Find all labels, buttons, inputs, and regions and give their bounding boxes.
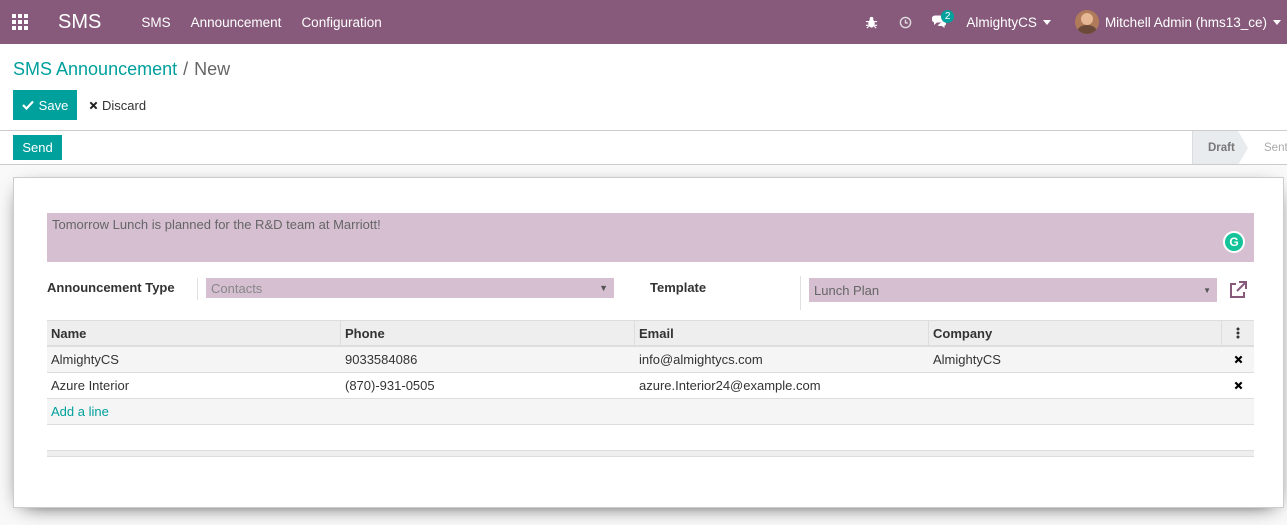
stage-arrow (1238, 131, 1248, 165)
check-icon (21, 100, 34, 110)
table-header-row: Name Phone Email Company (47, 320, 1254, 347)
menu-announcement[interactable]: Announcement (191, 15, 282, 30)
external-link-icon[interactable] (1228, 280, 1248, 300)
save-button[interactable]: Save (13, 90, 77, 120)
table-row[interactable]: AlmightyCS 9033584086 info@almightycs.co… (47, 347, 1254, 373)
breadcrumb-parent-link[interactable]: SMS Announcement (13, 59, 177, 79)
activity-clock-icon[interactable] (888, 0, 922, 44)
field-divider (197, 278, 198, 300)
cell-name: Azure Interior (51, 378, 130, 393)
discard-label: Discard (102, 97, 147, 113)
cell-phone: (870)-931-0505 (345, 378, 435, 393)
caret-down-icon (1273, 19, 1281, 25)
delete-row-icon[interactable] (1222, 355, 1254, 364)
save-label: Save (38, 97, 69, 113)
send-button[interactable]: Send (13, 135, 62, 160)
add-line-row: Add a line (47, 399, 1254, 425)
col-header-name[interactable]: Name (47, 321, 341, 345)
message-text: Tomorrow Lunch is planned for the R&D te… (52, 217, 381, 232)
apps-menu-icon[interactable] (0, 0, 40, 44)
form-sheet: Tomorrow Lunch is planned for the R&D te… (13, 177, 1284, 508)
company-switcher[interactable]: AlmightyCS (966, 15, 1051, 30)
messages-chat-icon[interactable]: 2 (922, 0, 956, 44)
table-footer (47, 451, 1254, 457)
avatar (1074, 10, 1099, 34)
breadcrumb-current: New (194, 59, 231, 79)
table-row[interactable]: Azure Interior (870)-931-0505 azure.Inte… (47, 373, 1254, 399)
dropdown-caret-icon: ▼ (1203, 285, 1211, 295)
template-value: Lunch Plan (814, 282, 880, 298)
field-divider (800, 276, 801, 310)
close-icon (89, 101, 98, 109)
col-header-company[interactable]: Company (929, 321, 1222, 345)
template-select[interactable]: Lunch Plan ▼ (809, 278, 1217, 302)
cell-name: AlmightyCS (51, 352, 119, 367)
grammarly-icon[interactable]: G (1223, 231, 1245, 253)
announcement-type-label: Announcement Type (47, 280, 175, 295)
contacts-table: Name Phone Email Company AlmightyCS 9033… (47, 320, 1254, 457)
add-line-link[interactable]: Add a line (47, 404, 109, 419)
stage-draft[interactable]: Draft (1192, 131, 1238, 164)
message-textarea[interactable]: Tomorrow Lunch is planned for the R&D te… (47, 213, 1254, 262)
discard-button[interactable]: Discard (89, 90, 146, 120)
announcement-type-select[interactable]: Contacts ▼ (206, 278, 614, 298)
menu-sms[interactable]: SMS (141, 15, 170, 30)
delete-row-icon[interactable] (1222, 381, 1254, 390)
cell-company: AlmightyCS (933, 352, 1001, 367)
company-name: AlmightyCS (966, 14, 1037, 30)
app-brand[interactable]: SMS (58, 11, 101, 34)
status-bar: Send Draft Sent (0, 131, 1287, 165)
template-label: Template (650, 280, 707, 295)
control-panel: SMS Announcement / New Save Discard (0, 44, 1287, 131)
col-header-email[interactable]: Email (635, 321, 929, 345)
message-count-badge: 2 (940, 10, 955, 23)
cell-phone: 9033584086 (345, 352, 418, 367)
top-navbar: SMS SMS Announcement Configuration 2 Alm… (0, 0, 1287, 44)
stage-sent[interactable]: Sent (1264, 131, 1287, 164)
debug-bug-icon[interactable] (854, 0, 888, 44)
table-empty-row (47, 425, 1254, 451)
dropdown-caret-icon: ▼ (599, 283, 608, 293)
cell-email: azure.Interior24@example.com (639, 378, 821, 393)
user-menu[interactable]: Mitchell Admin (hms13_ce) (1074, 10, 1281, 34)
breadcrumb: SMS Announcement / New (13, 59, 230, 80)
menu-configuration[interactable]: Configuration (301, 15, 381, 30)
caret-down-icon (1042, 19, 1051, 25)
announcement-type-value: Contacts (211, 280, 263, 296)
user-name: Mitchell Admin (hms13_ce) (1104, 14, 1267, 30)
breadcrumb-separator: / (183, 59, 189, 79)
col-header-phone[interactable]: Phone (341, 321, 635, 345)
cell-email: info@almightycs.com (639, 352, 763, 367)
optional-columns-icon[interactable] (1222, 327, 1254, 339)
